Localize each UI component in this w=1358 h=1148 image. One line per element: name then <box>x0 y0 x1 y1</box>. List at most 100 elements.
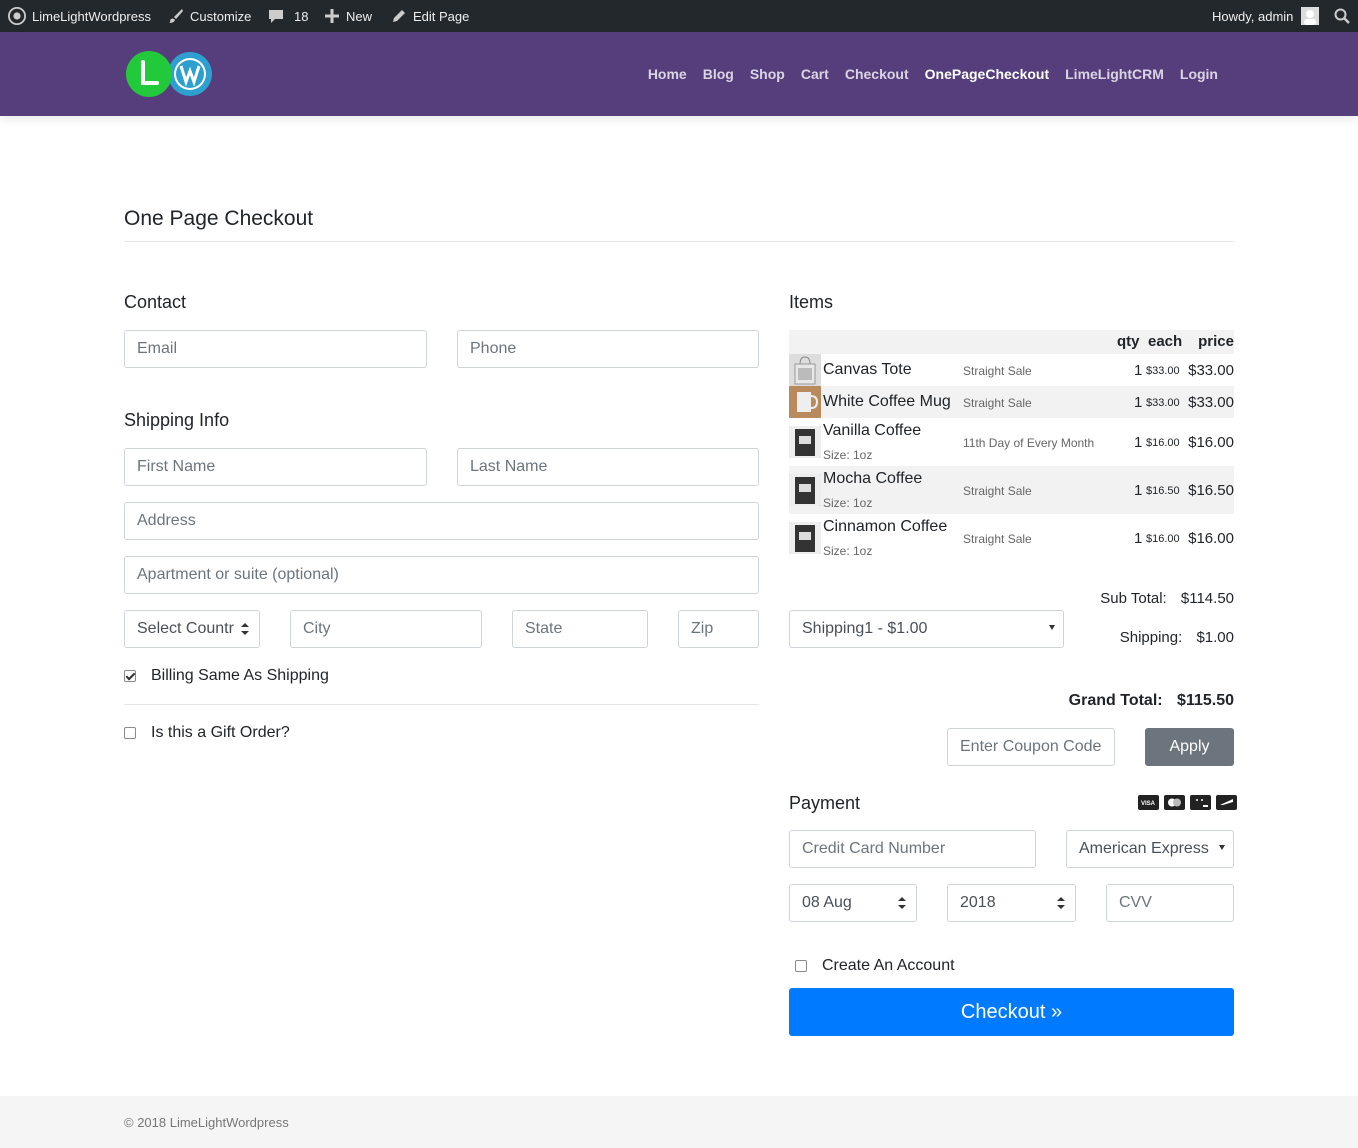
grand-total-line: Grand Total: $115.50 <box>1069 692 1234 710</box>
gift-checkbox[interactable] <box>124 727 136 739</box>
brush-icon <box>169 9 183 23</box>
nav-cart[interactable]: Cart <box>793 66 837 82</box>
table-row: Mocha Coffee Size: 1oz Straight Sale 1 $… <box>789 466 1234 514</box>
checkout-button[interactable]: Checkout » <box>789 988 1234 1036</box>
last-name-field[interactable]: Last Name <box>457 448 759 486</box>
address-field[interactable]: Address <box>124 502 759 540</box>
shipping-label: Shipping: <box>1119 629 1183 646</box>
item-each: $16.00 <box>1146 437 1180 449</box>
shipping-heading: Shipping Info <box>124 410 230 430</box>
create-account-row: Create An Account <box>795 957 955 975</box>
item-qty: 1 <box>1134 362 1143 379</box>
expiry-month-select[interactable]: 08 Aug <box>789 884 917 922</box>
plus-icon <box>325 9 339 23</box>
site-logo[interactable] <box>126 50 214 98</box>
site-navbar: Home Blog Shop Cart Checkout OnePageChec… <box>0 32 1358 116</box>
product-thumbnail <box>789 386 821 418</box>
nav-shop[interactable]: Shop <box>742 66 793 82</box>
item-size: Size: 1oz <box>823 448 873 462</box>
qty-column-header: qty <box>1117 333 1140 350</box>
shipping-method-value: Shipping1 - $1.00 <box>802 620 928 637</box>
item-each: $33.00 <box>1146 397 1180 409</box>
each-column-header: each <box>1148 333 1183 350</box>
contact-heading: Contact <box>124 292 187 312</box>
state-field[interactable]: State <box>512 610 648 648</box>
item-sale-type: Straight Sale <box>963 532 1032 546</box>
first-name-field[interactable]: First Name <box>124 448 427 486</box>
item-sale-type: Straight Sale <box>963 484 1032 498</box>
nav-limelightcrm[interactable]: LimeLightCRM <box>1057 66 1172 82</box>
select-arrows-icon <box>1057 897 1065 909</box>
card-type-select[interactable]: American Express <box>1066 830 1234 868</box>
table-row: Canvas Tote Straight Sale 1 $33.00 $33.0… <box>789 354 1234 386</box>
customize-label: Customize <box>190 8 252 24</box>
nav-home[interactable]: Home <box>640 66 695 82</box>
admin-account[interactable]: Howdy, admin <box>1212 0 1320 32</box>
create-account-checkbox[interactable] <box>795 960 807 972</box>
visa-icon: VISA <box>1138 795 1159 810</box>
admin-search[interactable] <box>1334 0 1350 32</box>
subtotal-line: Sub Total: $114.50 <box>1100 590 1234 607</box>
expiry-month-value: 08 Aug <box>802 894 852 911</box>
email-field[interactable]: Email <box>124 330 427 368</box>
comment-icon <box>269 10 283 23</box>
item-qty: 1 <box>1134 482 1143 499</box>
coffee-bag-icon <box>789 474 821 506</box>
admin-bar: LimeLightWordpress Customize 18 New Edit… <box>0 0 1358 32</box>
credit-card-number-field[interactable]: Credit Card Number <box>789 830 1036 868</box>
item-qty: 1 <box>1134 434 1143 451</box>
amex-icon <box>1216 795 1237 810</box>
admin-customize[interactable]: Customize <box>168 0 251 32</box>
expiry-year-value: 2018 <box>960 894 996 911</box>
item-name: Cinnamon Coffee <box>823 518 948 535</box>
cvv-field[interactable]: CVV <box>1106 884 1234 922</box>
payment-heading: Payment <box>789 793 861 813</box>
table-row: Vanilla Coffee Size: 1oz 11th Day of Eve… <box>789 418 1234 466</box>
item-name: White Coffee Mug <box>823 393 951 410</box>
subtotal-label: Sub Total: <box>1100 590 1167 607</box>
table-row: Cinnamon Coffee Size: 1oz Straight Sale … <box>789 514 1234 562</box>
gift-label: Is this a Gift Order? <box>151 724 290 741</box>
edit-page-label: Edit Page <box>413 8 470 24</box>
item-each: $33.00 <box>1146 365 1180 377</box>
coupon-field[interactable]: Enter Coupon Code <box>947 728 1115 766</box>
zip-field[interactable]: Zip <box>678 610 759 648</box>
table-row: White Coffee Mug Straight Sale 1 $33.00 … <box>789 386 1234 418</box>
admin-site-menu[interactable]: LimeLightWordpress <box>8 0 151 32</box>
country-select[interactable]: Select Countr <box>124 610 260 648</box>
admin-edit-page[interactable]: Edit Page <box>391 0 469 32</box>
main-nav: Home Blog Shop Cart Checkout OnePageChec… <box>640 32 1226 116</box>
site-footer: © 2018 LimeLightWordpress <box>0 1096 1358 1148</box>
avatar <box>1301 7 1320 25</box>
item-sale-type: Straight Sale <box>963 396 1032 410</box>
grand-total-label: Grand Total: <box>1068 692 1163 709</box>
apply-coupon-button[interactable]: Apply <box>1145 728 1234 766</box>
product-thumbnail <box>789 474 821 506</box>
subtotal-value: $114.50 <box>1180 590 1234 607</box>
nav-login[interactable]: Login <box>1172 66 1226 82</box>
city-field[interactable]: City <box>290 610 482 648</box>
apartment-field[interactable]: Apartment or suite (optional) <box>124 556 759 594</box>
admin-comments[interactable]: 18 <box>268 0 308 32</box>
phone-field[interactable]: Phone <box>457 330 759 368</box>
admin-new[interactable]: New <box>324 0 372 32</box>
billing-same-label: Billing Same As Shipping <box>151 667 329 684</box>
nav-onepagecheckout[interactable]: OnePageCheckout <box>917 66 1057 82</box>
shipping-line: Shipping: $1.00 <box>1120 629 1234 646</box>
mastercard-icon <box>1164 795 1185 810</box>
nav-blog[interactable]: Blog <box>695 66 742 82</box>
item-price: $33.00 <box>1188 394 1234 411</box>
chevron-down-icon <box>1049 625 1055 630</box>
shipping-method-select[interactable]: Shipping1 - $1.00 <box>789 610 1064 648</box>
item-sale-type: Straight Sale <box>963 364 1032 378</box>
coffee-bag-icon <box>789 522 821 554</box>
shipping-divider <box>124 704 759 705</box>
coffee-mug-icon <box>789 386 821 418</box>
billing-same-checkbox[interactable] <box>124 670 136 682</box>
pencil-icon <box>393 10 405 22</box>
card-type-value: American Express <box>1079 840 1209 857</box>
item-price: $16.00 <box>1188 434 1234 451</box>
howdy-label: Howdy, admin <box>1212 8 1294 24</box>
nav-checkout[interactable]: Checkout <box>837 66 917 82</box>
expiry-year-select[interactable]: 2018 <box>947 884 1076 922</box>
